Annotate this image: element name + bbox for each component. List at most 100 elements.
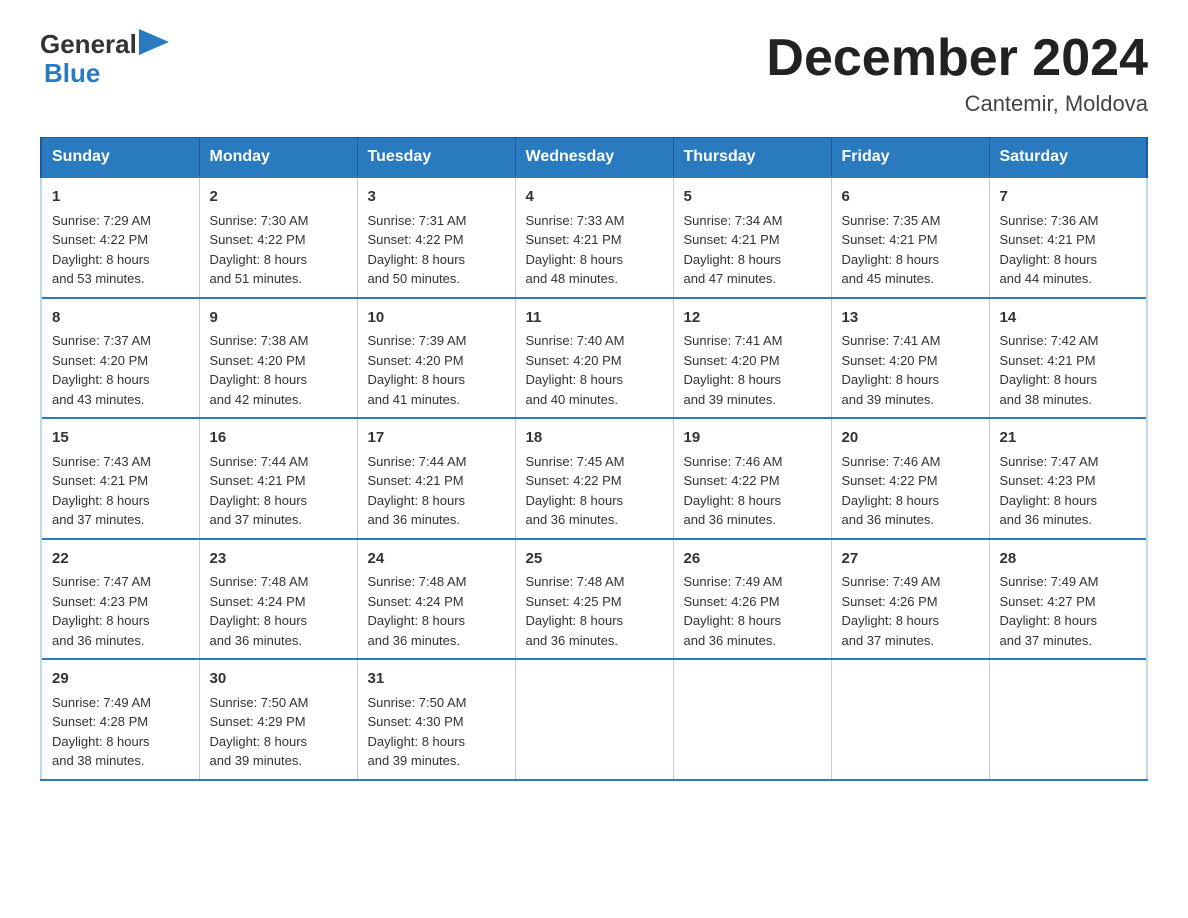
day-number: 30 bbox=[210, 668, 347, 691]
day-info: Sunrise: 7:34 AM Sunset: 4:21 PM Dayligh… bbox=[684, 213, 783, 287]
calendar-cell: 21 Sunrise: 7:47 AM Sunset: 4:23 PM Dayl… bbox=[989, 418, 1147, 539]
day-info: Sunrise: 7:31 AM Sunset: 4:22 PM Dayligh… bbox=[368, 213, 467, 287]
day-info: Sunrise: 7:45 AM Sunset: 4:22 PM Dayligh… bbox=[526, 454, 625, 528]
day-number: 13 bbox=[842, 307, 979, 330]
calendar-cell: 3 Sunrise: 7:31 AM Sunset: 4:22 PM Dayli… bbox=[357, 177, 515, 298]
day-info: Sunrise: 7:40 AM Sunset: 4:20 PM Dayligh… bbox=[526, 333, 625, 407]
calendar-cell: 23 Sunrise: 7:48 AM Sunset: 4:24 PM Dayl… bbox=[199, 539, 357, 660]
day-number: 16 bbox=[210, 427, 347, 450]
calendar-cell: 2 Sunrise: 7:30 AM Sunset: 4:22 PM Dayli… bbox=[199, 177, 357, 298]
calendar-cell: 11 Sunrise: 7:40 AM Sunset: 4:20 PM Dayl… bbox=[515, 298, 673, 419]
day-info: Sunrise: 7:46 AM Sunset: 4:22 PM Dayligh… bbox=[684, 454, 783, 528]
calendar-cell: 22 Sunrise: 7:47 AM Sunset: 4:23 PM Dayl… bbox=[41, 539, 199, 660]
calendar-cell: 24 Sunrise: 7:48 AM Sunset: 4:24 PM Dayl… bbox=[357, 539, 515, 660]
day-number: 7 bbox=[1000, 186, 1137, 209]
day-number: 15 bbox=[52, 427, 189, 450]
day-number: 21 bbox=[1000, 427, 1137, 450]
calendar-cell: 1 Sunrise: 7:29 AM Sunset: 4:22 PM Dayli… bbox=[41, 177, 199, 298]
day-info: Sunrise: 7:33 AM Sunset: 4:21 PM Dayligh… bbox=[526, 213, 625, 287]
calendar-cell: 10 Sunrise: 7:39 AM Sunset: 4:20 PM Dayl… bbox=[357, 298, 515, 419]
day-info: Sunrise: 7:47 AM Sunset: 4:23 PM Dayligh… bbox=[52, 574, 151, 648]
calendar-cell: 14 Sunrise: 7:42 AM Sunset: 4:21 PM Dayl… bbox=[989, 298, 1147, 419]
calendar-table: Sunday Monday Tuesday Wednesday Thursday… bbox=[40, 137, 1148, 781]
calendar-cell: 12 Sunrise: 7:41 AM Sunset: 4:20 PM Dayl… bbox=[673, 298, 831, 419]
calendar-cell: 20 Sunrise: 7:46 AM Sunset: 4:22 PM Dayl… bbox=[831, 418, 989, 539]
day-number: 4 bbox=[526, 186, 663, 209]
day-number: 28 bbox=[1000, 548, 1137, 571]
calendar-cell: 18 Sunrise: 7:45 AM Sunset: 4:22 PM Dayl… bbox=[515, 418, 673, 539]
calendar-subtitle: Cantemir, Moldova bbox=[766, 91, 1148, 117]
day-number: 26 bbox=[684, 548, 821, 571]
day-number: 2 bbox=[210, 186, 347, 209]
day-number: 29 bbox=[52, 668, 189, 691]
calendar-cell: 31 Sunrise: 7:50 AM Sunset: 4:30 PM Dayl… bbox=[357, 659, 515, 780]
calendar-cell: 29 Sunrise: 7:49 AM Sunset: 4:28 PM Dayl… bbox=[41, 659, 199, 780]
day-info: Sunrise: 7:49 AM Sunset: 4:26 PM Dayligh… bbox=[684, 574, 783, 648]
day-info: Sunrise: 7:48 AM Sunset: 4:24 PM Dayligh… bbox=[210, 574, 309, 648]
calendar-cell: 7 Sunrise: 7:36 AM Sunset: 4:21 PM Dayli… bbox=[989, 177, 1147, 298]
day-number: 6 bbox=[842, 186, 979, 209]
calendar-cell: 8 Sunrise: 7:37 AM Sunset: 4:20 PM Dayli… bbox=[41, 298, 199, 419]
calendar-cell: 19 Sunrise: 7:46 AM Sunset: 4:22 PM Dayl… bbox=[673, 418, 831, 539]
calendar-cell: 30 Sunrise: 7:50 AM Sunset: 4:29 PM Dayl… bbox=[199, 659, 357, 780]
calendar-week-row: 29 Sunrise: 7:49 AM Sunset: 4:28 PM Dayl… bbox=[41, 659, 1147, 780]
calendar-cell bbox=[831, 659, 989, 780]
calendar-cell bbox=[673, 659, 831, 780]
day-info: Sunrise: 7:48 AM Sunset: 4:25 PM Dayligh… bbox=[526, 574, 625, 648]
calendar-cell: 5 Sunrise: 7:34 AM Sunset: 4:21 PM Dayli… bbox=[673, 177, 831, 298]
day-info: Sunrise: 7:49 AM Sunset: 4:26 PM Dayligh… bbox=[842, 574, 941, 648]
day-number: 19 bbox=[684, 427, 821, 450]
col-wednesday: Wednesday bbox=[515, 138, 673, 178]
calendar-cell: 25 Sunrise: 7:48 AM Sunset: 4:25 PM Dayl… bbox=[515, 539, 673, 660]
day-number: 3 bbox=[368, 186, 505, 209]
calendar-week-row: 15 Sunrise: 7:43 AM Sunset: 4:21 PM Dayl… bbox=[41, 418, 1147, 539]
title-block: December 2024 Cantemir, Moldova bbox=[766, 30, 1148, 117]
calendar-cell bbox=[515, 659, 673, 780]
logo: General Blue bbox=[40, 30, 169, 87]
logo-text: General Blue bbox=[40, 30, 169, 87]
day-info: Sunrise: 7:36 AM Sunset: 4:21 PM Dayligh… bbox=[1000, 213, 1099, 287]
calendar-week-row: 22 Sunrise: 7:47 AM Sunset: 4:23 PM Dayl… bbox=[41, 539, 1147, 660]
calendar-title: December 2024 bbox=[766, 30, 1148, 87]
day-info: Sunrise: 7:43 AM Sunset: 4:21 PM Dayligh… bbox=[52, 454, 151, 528]
day-info: Sunrise: 7:47 AM Sunset: 4:23 PM Dayligh… bbox=[1000, 454, 1099, 528]
day-number: 14 bbox=[1000, 307, 1137, 330]
day-number: 5 bbox=[684, 186, 821, 209]
day-number: 17 bbox=[368, 427, 505, 450]
day-info: Sunrise: 7:42 AM Sunset: 4:21 PM Dayligh… bbox=[1000, 333, 1099, 407]
day-info: Sunrise: 7:46 AM Sunset: 4:22 PM Dayligh… bbox=[842, 454, 941, 528]
logo-blue: Blue bbox=[44, 58, 100, 88]
day-info: Sunrise: 7:41 AM Sunset: 4:20 PM Dayligh… bbox=[842, 333, 941, 407]
calendar-cell: 26 Sunrise: 7:49 AM Sunset: 4:26 PM Dayl… bbox=[673, 539, 831, 660]
calendar-cell: 16 Sunrise: 7:44 AM Sunset: 4:21 PM Dayl… bbox=[199, 418, 357, 539]
calendar-body: 1 Sunrise: 7:29 AM Sunset: 4:22 PM Dayli… bbox=[41, 177, 1147, 780]
col-friday: Friday bbox=[831, 138, 989, 178]
day-info: Sunrise: 7:38 AM Sunset: 4:20 PM Dayligh… bbox=[210, 333, 309, 407]
day-number: 31 bbox=[368, 668, 505, 691]
day-number: 8 bbox=[52, 307, 189, 330]
day-info: Sunrise: 7:35 AM Sunset: 4:21 PM Dayligh… bbox=[842, 213, 941, 287]
day-info: Sunrise: 7:29 AM Sunset: 4:22 PM Dayligh… bbox=[52, 213, 151, 287]
calendar-cell: 15 Sunrise: 7:43 AM Sunset: 4:21 PM Dayl… bbox=[41, 418, 199, 539]
day-number: 24 bbox=[368, 548, 505, 571]
calendar-cell: 9 Sunrise: 7:38 AM Sunset: 4:20 PM Dayli… bbox=[199, 298, 357, 419]
day-number: 1 bbox=[52, 186, 189, 209]
day-info: Sunrise: 7:50 AM Sunset: 4:29 PM Dayligh… bbox=[210, 695, 309, 769]
day-number: 18 bbox=[526, 427, 663, 450]
day-info: Sunrise: 7:44 AM Sunset: 4:21 PM Dayligh… bbox=[368, 454, 467, 528]
col-thursday: Thursday bbox=[673, 138, 831, 178]
calendar-cell: 28 Sunrise: 7:49 AM Sunset: 4:27 PM Dayl… bbox=[989, 539, 1147, 660]
day-number: 23 bbox=[210, 548, 347, 571]
col-saturday: Saturday bbox=[989, 138, 1147, 178]
header-row: Sunday Monday Tuesday Wednesday Thursday… bbox=[41, 138, 1147, 178]
calendar-cell: 13 Sunrise: 7:41 AM Sunset: 4:20 PM Dayl… bbox=[831, 298, 989, 419]
day-info: Sunrise: 7:49 AM Sunset: 4:27 PM Dayligh… bbox=[1000, 574, 1099, 648]
day-number: 11 bbox=[526, 307, 663, 330]
calendar-header: Sunday Monday Tuesday Wednesday Thursday… bbox=[41, 138, 1147, 178]
calendar-week-row: 8 Sunrise: 7:37 AM Sunset: 4:20 PM Dayli… bbox=[41, 298, 1147, 419]
day-number: 22 bbox=[52, 548, 189, 571]
day-info: Sunrise: 7:39 AM Sunset: 4:20 PM Dayligh… bbox=[368, 333, 467, 407]
col-monday: Monday bbox=[199, 138, 357, 178]
day-number: 20 bbox=[842, 427, 979, 450]
day-info: Sunrise: 7:30 AM Sunset: 4:22 PM Dayligh… bbox=[210, 213, 309, 287]
